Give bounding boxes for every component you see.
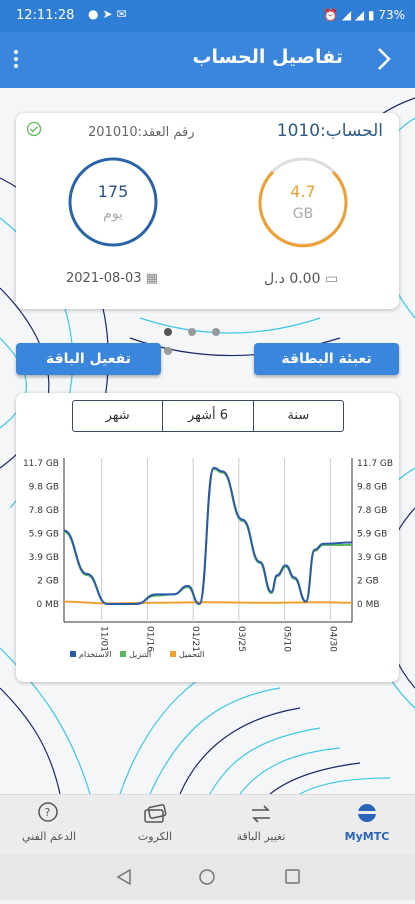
system-back-icon[interactable] [116, 868, 131, 886]
nav-support[interactable]: ? الدعم الفني [4, 801, 94, 843]
nav-change-package[interactable]: تغيير الباقة [216, 801, 306, 843]
chart-y-tick-right: 7.8 GB [357, 506, 387, 516]
contract-number: رقم العقد:201010 [88, 125, 195, 140]
expiry-date: 2021-08-03 ▦ [66, 271, 158, 286]
days-remaining-ring: 175 يوم [66, 155, 160, 249]
chart-y-tick-left: 9.8 GB [29, 483, 59, 493]
page-title: تفاصيل الحساب [192, 46, 343, 68]
recharge-card-button[interactable]: تعبئة البطاقة [254, 343, 399, 375]
status-time: 12:11:28 [16, 8, 75, 23]
pager-dot[interactable] [164, 347, 172, 355]
activate-package-button[interactable]: تفعيل الباقة [16, 343, 161, 375]
period-selector: شهر 6 أشهر سنة [72, 400, 344, 432]
chart-y-tick-left: 3.9 GB [29, 553, 59, 563]
app-bar: تفاصيل الحساب [0, 32, 415, 88]
days-value: 175 [97, 182, 129, 201]
balance-text: 0.00 د.ل [264, 271, 321, 287]
more-menu-icon[interactable] [14, 48, 22, 72]
chart-x-tick: 01/16 [144, 626, 154, 652]
data-unit: GB [292, 206, 314, 222]
chart-x-tick: 05/10 [282, 626, 292, 652]
nav-change-package-label: تغيير الباقة [236, 830, 286, 843]
chart-x-tick: 11/01 [99, 626, 109, 652]
chart-legend-label: الاستخدام [79, 650, 111, 659]
account-card: رقم العقد:201010 الحساب:1010 175 يوم 4.7… [16, 113, 399, 309]
usage-chart-card: شهر 6 أشهر سنة 11.7 GB 11.7 GB 9.8 GB 9.8 G… [16, 393, 399, 682]
period-year-button[interactable]: سنة [252, 401, 343, 431]
days-unit: يوم [103, 206, 123, 222]
chart-legend-label: التنزيل [129, 650, 151, 659]
chart-y-tick-left: 5.9 GB [29, 530, 59, 540]
data-remaining-ring: 4.7 GB [256, 155, 350, 249]
help-chat-icon: ? [38, 802, 58, 822]
nav-mymtc[interactable]: MyMTC [322, 801, 412, 843]
pager-dot[interactable] [212, 328, 220, 336]
cards-icon [144, 804, 167, 823]
chart-y-tick-left: 0 MB [36, 600, 59, 610]
pager-dot[interactable] [164, 328, 172, 336]
nav-support-label: الدعم الفني [21, 830, 77, 843]
battery-level: 73% [378, 8, 405, 22]
bottom-navigation: ? الدعم الفني الكروت تغيير الباقة MyMTC [0, 794, 415, 855]
chart-y-tick-left: 7.8 GB [29, 506, 59, 516]
pager-dot[interactable] [188, 328, 196, 336]
swap-icon [252, 805, 270, 823]
period-6-months-button[interactable]: 6 أشهر [162, 401, 252, 431]
chart-x-tick: 01/21 [190, 626, 200, 652]
svg-text:?: ? [45, 806, 51, 819]
chart-y-tick-right: 0 MB [357, 600, 380, 610]
account-number: الحساب:1010 [276, 121, 383, 141]
chart-legend-swatch [120, 651, 126, 657]
system-navigation-bar [0, 854, 415, 900]
system-nav-icons [116, 868, 300, 886]
notification-icons: ●➤✉ [88, 7, 131, 21]
chart-series-line [63, 466, 353, 606]
chart-legend-swatch [70, 651, 76, 657]
wallet-icon: ▭ [324, 271, 339, 287]
days-ring-gauge [68, 157, 158, 247]
chart-y-tick-left: 2 GB [37, 577, 59, 587]
check-circle-icon [26, 121, 42, 137]
chart-y-tick-right: 3.9 GB [357, 553, 387, 563]
balance: ▭ 0.00 د.ل [264, 271, 338, 287]
nav-cards[interactable]: الكروت [110, 801, 200, 843]
chart-legend-swatch [170, 651, 176, 657]
status-right: ⏰ ◢ ◢ ▮ 73% [323, 8, 405, 22]
nav-cards-label: الكروت [137, 830, 173, 843]
chart-y-tick-left: 11.7 GB [23, 459, 59, 469]
chart-x-tick: 04/30 [327, 626, 337, 652]
chart-y-tick-right: 9.8 GB [357, 483, 387, 493]
chart-y-tick-right: 11.7 GB [357, 459, 393, 469]
system-recents-icon[interactable] [285, 869, 300, 884]
mtc-logo-icon [357, 804, 377, 822]
nav-mymtc-label: MyMTC [344, 830, 390, 843]
back-arrow-icon[interactable] [371, 46, 397, 72]
calendar-icon: ▦ [145, 271, 158, 286]
usage-line-chart: 11.7 GB 11.7 GB 9.8 GB 9.8 GB 7.8 GB 7.8 GB 5.… [23, 458, 393, 659]
expiry-date-text: 2021-08-03 [66, 271, 142, 286]
card-pager[interactable] [164, 321, 254, 355]
chart-legend-label: التحميل [179, 650, 204, 659]
data-value: 4.7 [290, 182, 316, 201]
data-ring-gauge [258, 157, 348, 248]
chart-y-tick-right: 2 GB [357, 577, 379, 587]
status-bar: 12:11:28 ●➤✉ ⏰ ◢ ◢ ▮ 73% [0, 0, 415, 32]
chart-x-tick: 03/25 [236, 626, 246, 652]
period-month-button[interactable]: شهر [73, 401, 162, 431]
system-home-icon[interactable] [199, 869, 215, 885]
chart-y-tick-right: 5.9 GB [357, 530, 387, 540]
